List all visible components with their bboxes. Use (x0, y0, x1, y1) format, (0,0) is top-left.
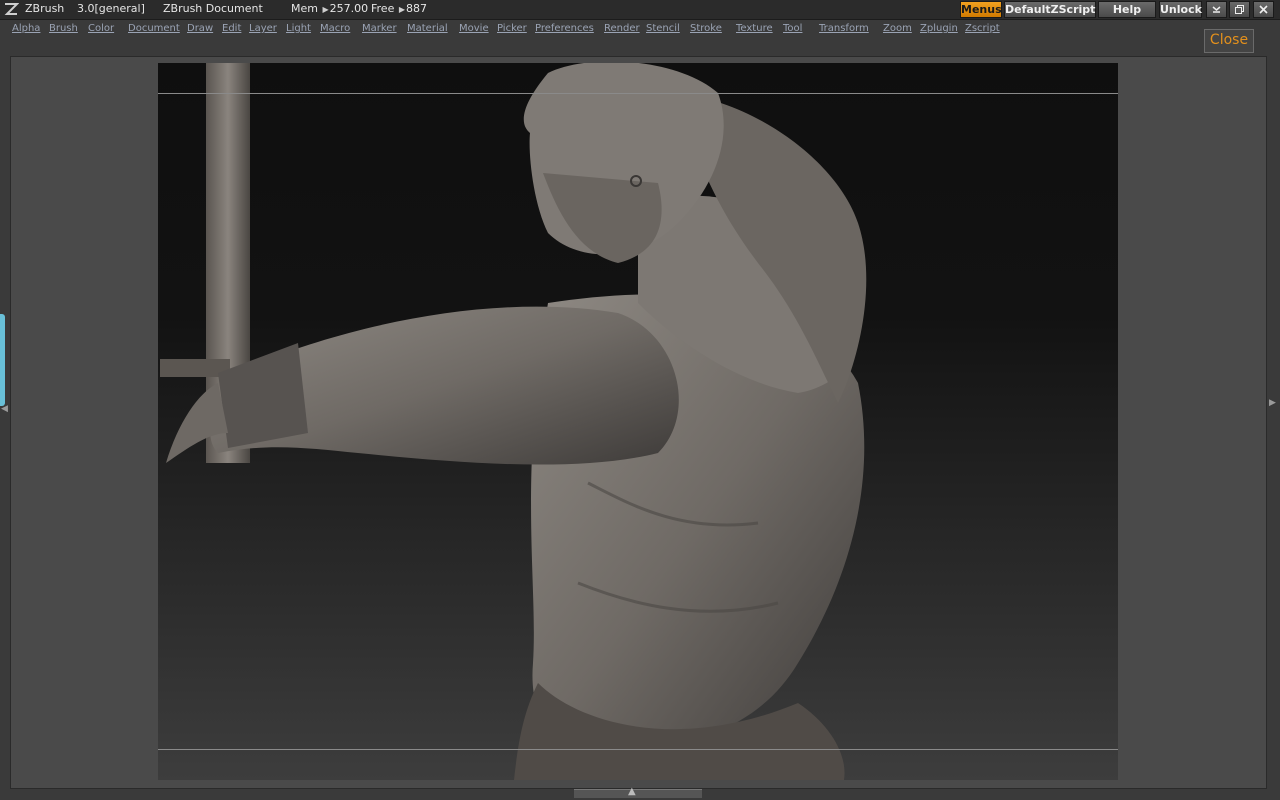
left-tray-tab[interactable] (0, 314, 5, 406)
free-value: 887 (406, 2, 427, 15)
menu-stencil[interactable]: Stencil (646, 23, 680, 34)
menu-movie[interactable]: Movie (459, 23, 489, 34)
menu-bar: Alpha Brush Color Document Draw Edit Lay… (0, 20, 1280, 56)
free-readout: Free ▶887 (371, 0, 427, 19)
sculpt-render (160, 63, 867, 780)
menu-render[interactable]: Render (604, 23, 640, 34)
restore-icon[interactable] (1229, 1, 1250, 18)
guide-line-top (158, 93, 1118, 94)
menu-texture[interactable]: Texture (736, 23, 773, 34)
menu-layer[interactable]: Layer (249, 23, 277, 34)
menu-zscript[interactable]: Zscript (965, 23, 1000, 34)
menu-draw[interactable]: Draw (187, 23, 213, 34)
app-name: ZBrush (25, 2, 65, 15)
menu-color[interactable]: Color (88, 23, 114, 34)
mem-readout: Mem ▶257.00 (291, 0, 368, 19)
mem-arrow-icon: ▶ (322, 5, 329, 14)
mem-value: 257.00 (329, 2, 369, 15)
bottom-tray-arrow-icon[interactable]: ▲ (628, 786, 636, 797)
app-version: 3.0[general] (77, 2, 145, 15)
menu-document[interactable]: Document (128, 23, 180, 34)
help-button[interactable]: Help (1098, 1, 1156, 18)
default-zscript-button[interactable]: DefaultZScript (1004, 1, 1096, 18)
menu-stroke[interactable]: Stroke (690, 23, 722, 34)
menu-material[interactable]: Material (407, 23, 448, 34)
guide-line-bottom (158, 749, 1118, 750)
menu-edit[interactable]: Edit (222, 23, 241, 34)
menu-zplugin[interactable]: Zplugin (920, 23, 958, 34)
zbrush-logo-icon (4, 3, 19, 15)
mem-label: Mem (291, 2, 318, 15)
document-title: ZBrush Document (163, 2, 263, 15)
right-tray-arrow-icon[interactable]: ▶ (1269, 398, 1276, 408)
close-button[interactable]: Close (1204, 29, 1254, 53)
close-icon[interactable] (1253, 1, 1274, 18)
menu-tool[interactable]: Tool (783, 23, 802, 34)
menu-brush[interactable]: Brush (49, 23, 78, 34)
menus-button[interactable]: Menus (960, 1, 1002, 18)
menu-macro[interactable]: Macro (320, 23, 350, 34)
menu-light[interactable]: Light (286, 23, 311, 34)
menu-picker[interactable]: Picker (497, 23, 527, 34)
menu-transform[interactable]: Transform (819, 23, 869, 34)
menu-alpha[interactable]: Alpha (12, 23, 40, 34)
menu-marker[interactable]: Marker (362, 23, 397, 34)
document-canvas[interactable] (158, 63, 1118, 780)
unlock-button[interactable]: Unlock (1159, 1, 1202, 18)
menu-preferences[interactable]: Preferences (535, 23, 594, 34)
free-arrow-icon: ▶ (398, 5, 405, 14)
left-tray-arrow-icon[interactable]: ◀ (1, 404, 8, 414)
free-label: Free (371, 2, 395, 15)
minimize-icon[interactable] (1206, 1, 1227, 18)
menu-zoom[interactable]: Zoom (883, 23, 912, 34)
title-bar: ZBrush 3.0[general] ZBrush Document Mem … (0, 0, 1280, 20)
bottom-tray-handle[interactable] (574, 789, 702, 798)
